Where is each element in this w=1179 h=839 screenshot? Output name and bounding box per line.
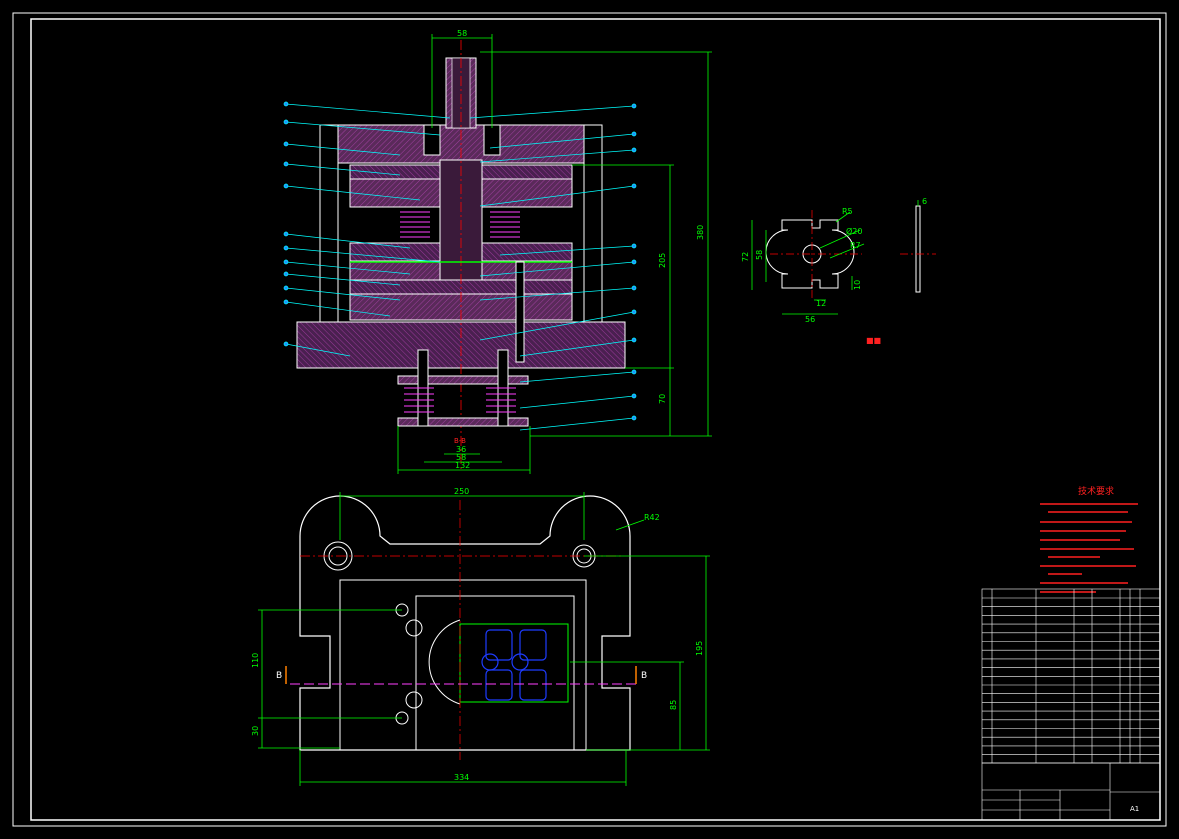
dim-72: 72 xyxy=(741,252,750,262)
section-mark-right: B xyxy=(641,671,647,681)
technical-requirements: 技术要求 xyxy=(1040,485,1138,593)
dim-bottom-132: 132 xyxy=(455,461,470,470)
title-block xyxy=(981,588,1161,821)
dim-phi20: Ø20 xyxy=(846,226,862,236)
dim-thickness: 6 xyxy=(922,197,927,206)
plan-view xyxy=(285,495,640,760)
dim-width-bottom: 334 xyxy=(454,773,469,782)
dim-12: 12 xyxy=(816,299,826,308)
dim-die-height: 205 xyxy=(658,253,667,268)
section-mark-left: B xyxy=(276,671,282,681)
dim-total-height: 380 xyxy=(696,225,705,240)
plan-dimensions xyxy=(258,492,710,786)
dim-r7: R7 xyxy=(850,241,861,250)
part-dimensions xyxy=(751,200,919,315)
dim-58: 58 xyxy=(755,250,764,260)
dim-56: 56 xyxy=(805,315,815,324)
dim-lower-height: 70 xyxy=(658,394,667,404)
dim-radius: R42 xyxy=(644,513,660,522)
drawing-canvas: 58 380 205 70 36 58 132 B-B 72 58 56 12 … xyxy=(12,12,1167,827)
tech-req-notes xyxy=(1040,503,1138,593)
part-view xyxy=(765,205,936,300)
part-tag: ■■ xyxy=(866,336,881,345)
tech-req-title: 技术要求 xyxy=(1078,485,1114,497)
plan-dimension-texts: 250 R42 110 30 195 85 334 xyxy=(251,487,704,782)
dim-left-110: 110 xyxy=(251,653,260,668)
dim-top-width: 58 xyxy=(457,29,467,38)
sheet-label: A1 xyxy=(1130,805,1139,813)
dim-width-top: 250 xyxy=(454,487,469,496)
dim-right-195: 195 xyxy=(695,641,704,656)
section-label: B-B xyxy=(454,437,466,445)
dim-right-85: 85 xyxy=(669,700,678,710)
part-dimension-texts: 72 58 56 12 10 R5 Ø20 R7 6 xyxy=(741,197,927,324)
dim-left-30: 30 xyxy=(251,726,260,736)
dim-10: 10 xyxy=(853,280,862,290)
front-section-view xyxy=(296,40,626,470)
dim-r5: R5 xyxy=(842,207,853,216)
